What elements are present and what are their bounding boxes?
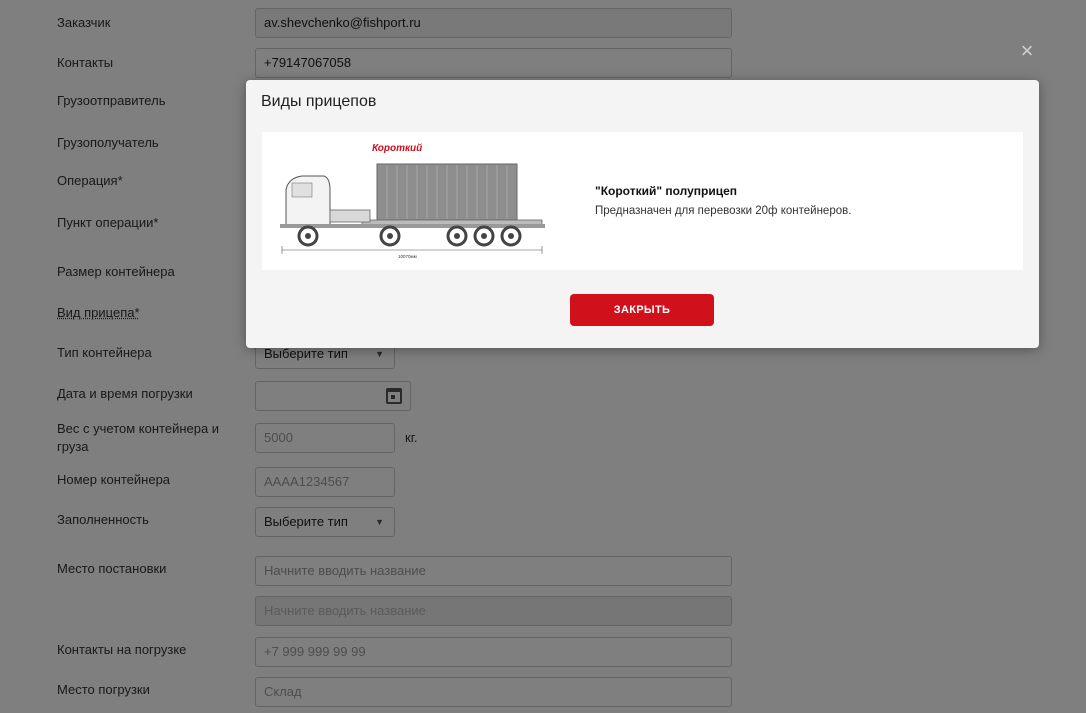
close-icon[interactable]: × [1018, 40, 1036, 62]
trailer-image-caption: Короткий [372, 143, 422, 154]
trailer-types-modal: Виды прицепов Короткий 10070мм "Короткий… [246, 80, 1039, 348]
trailer-name: "Короткий" полуприцеп [595, 184, 738, 198]
close-button[interactable]: ЗАКРЫТЬ [570, 294, 714, 326]
trailer-dimension-label: 10070мм [398, 254, 417, 259]
trailer-description: Предназначен для перевозки 20ф контейнер… [595, 205, 852, 217]
modal-title: Виды прицепов [261, 93, 377, 110]
trailer-illustration: Короткий 10070мм [280, 143, 545, 259]
trailer-card: Короткий 10070мм "Короткий" полуприцеп П… [262, 132, 1023, 270]
